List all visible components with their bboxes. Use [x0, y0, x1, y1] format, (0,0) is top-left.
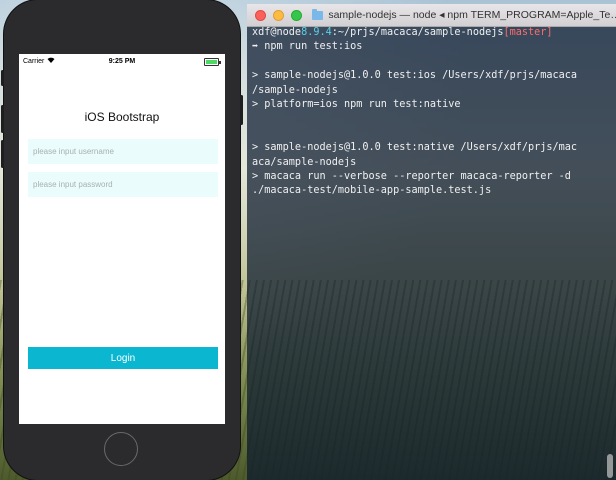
terminal-output[interactable]: xdf@node8.9.4:~/prjs/macaca/sample-nodej… [252, 26, 614, 199]
terminal-window: sample-nodejs — node ◂ npm TERM_PROGRAM=… [247, 4, 616, 480]
battery-icon [204, 58, 221, 66]
volume-up-button[interactable] [1, 105, 4, 133]
mute-switch[interactable] [1, 70, 4, 86]
minimize-window-button[interactable] [272, 9, 284, 21]
status-bar: Carrier 9:25 PM [19, 54, 225, 70]
login-button[interactable]: Login [28, 347, 218, 369]
prompt-node-version: 8.9.4 [301, 27, 332, 38]
terminal-line: > sample-nodejs@1.0.0 test:ios /Users/xd… [252, 70, 578, 82]
prompt-user-host: xdf@node [252, 27, 302, 38]
battery-tip [219, 61, 221, 64]
battery-level [206, 60, 217, 64]
terminal-line: aca/sample-nodejs [252, 156, 357, 168]
simulator-screen: Carrier 9:25 PM iOS Bootstrap Login [19, 54, 225, 424]
iphone-simulator: Carrier 9:25 PM iOS Bootstrap Login [1, 0, 243, 480]
password-input[interactable] [28, 172, 218, 197]
window-title: sample-nodejs — node ◂ npm TERM_PROGRAM=… [328, 9, 616, 21]
volume-down-button[interactable] [1, 140, 4, 168]
status-time: 9:25 PM [108, 58, 136, 65]
prompt-path: :~/prjs/macaca/sample-nodejs [331, 27, 504, 38]
app-title: iOS Bootstrap [84, 110, 160, 124]
home-button[interactable] [104, 432, 138, 466]
username-input[interactable] [28, 139, 218, 164]
terminal-line: /sample-nodejs [252, 84, 338, 96]
power-button[interactable] [240, 95, 243, 125]
close-window-button[interactable] [255, 9, 266, 21]
terminal-line: > macaca run --verbose --reporter macaca… [252, 171, 571, 183]
folder-icon [311, 8, 324, 20]
terminal-line: ./macaca-test/mobile-app-sample.test.js [252, 185, 492, 197]
terminal-scrollbar[interactable] [607, 454, 613, 478]
zoom-window-button[interactable] [290, 9, 302, 21]
terminal-titlebar[interactable]: sample-nodejs — node ◂ npm TERM_PROGRAM=… [247, 4, 616, 27]
prompt-git-branch: [master] [503, 27, 553, 38]
terminal-line: > platform=ios npm run test:native [252, 99, 461, 111]
prompt-line: xdf@node8.9.4:~/prjs/macaca/sample-nodej… [252, 27, 553, 38]
terminal-line: ➡ npm run test:ios [252, 41, 363, 53]
terminal-line: > sample-nodejs@1.0.0 test:native /Users… [252, 142, 578, 154]
